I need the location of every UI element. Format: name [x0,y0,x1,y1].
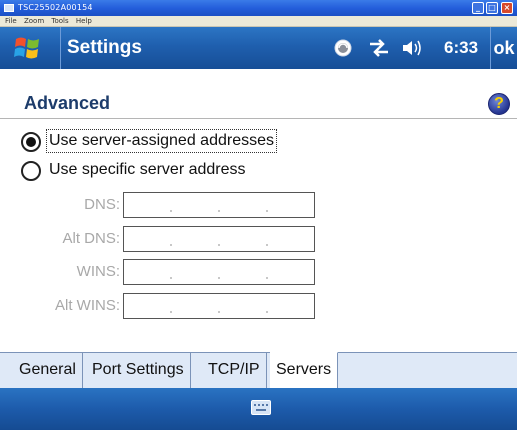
alt-dns-label: Alt DNS: [62,230,120,247]
menu-tools[interactable]: Tools [51,17,68,25]
menu-help[interactable]: Help [76,17,92,25]
header-divider [0,118,517,119]
wins-field[interactable] [123,259,315,285]
navigation-bar: Settings 6:33 ok [0,27,517,69]
alt-dns-field[interactable] [123,226,315,252]
help-icon[interactable]: ? [488,93,510,115]
dns-field[interactable] [123,192,315,218]
tab-bar: General Port Settings TCP/IP Servers [0,352,517,389]
page-title: Advanced [24,93,111,113]
tab-general[interactable]: General [13,353,83,389]
keyboard-icon[interactable] [251,400,271,415]
connectivity-icon[interactable] [333,38,355,58]
windows-start-icon[interactable] [13,34,41,62]
bottom-bar [0,388,517,430]
menu-file[interactable]: File [5,17,17,25]
emulator-app-icon [4,4,14,12]
dns-row: DNS: [0,192,320,220]
clock-time[interactable]: 6:33 [444,27,478,69]
tab-port-settings[interactable]: Port Settings [86,353,191,389]
alt-wins-label: Alt WINS: [54,297,120,314]
radio-label-server-assigned[interactable]: Use server-assigned addresses [46,129,277,153]
menu-zoom[interactable]: Zoom [24,17,44,25]
data-sync-icon[interactable] [368,38,390,58]
ok-button[interactable]: ok [490,27,517,69]
radio-label-specific-server[interactable]: Use specific server address [47,159,248,181]
nav-title: Settings [60,27,142,69]
alt-wins-field[interactable] [123,293,315,319]
minimize-icon[interactable]: _ [472,2,484,14]
dns-label: DNS: [84,196,120,213]
tab-tcp-ip[interactable]: TCP/IP [202,353,267,389]
radio-button-unselected[interactable] [21,161,41,181]
radio-button-selected[interactable] [21,132,41,152]
alt-dns-row: Alt DNS: [0,226,320,254]
wins-label: WINS: [76,263,120,280]
volume-icon[interactable] [401,38,423,58]
emulator-menu-bar: File Zoom Tools Help [0,16,517,27]
emulator-title-bar: TSC25502A00154 _ □ × [0,0,517,16]
alt-wins-row: Alt WINS: [0,293,320,321]
emulator-title: TSC25502A00154 [18,3,93,12]
page-header: Advanced ? [0,69,517,119]
wins-row: WINS: [0,259,320,287]
close-icon[interactable]: × [501,2,513,14]
tab-servers[interactable]: Servers [270,352,339,389]
maximize-icon[interactable]: □ [486,2,498,14]
